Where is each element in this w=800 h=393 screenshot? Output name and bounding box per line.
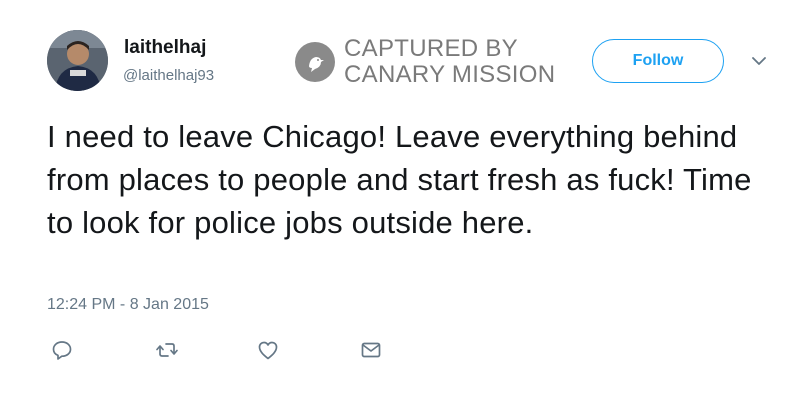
user-display-name[interactable]: laithelhaj: [124, 37, 206, 59]
watermark-line-1: CAPTURED BY: [344, 35, 518, 62]
avatar[interactable]: [47, 30, 108, 91]
retweet-icon[interactable]: [155, 338, 179, 362]
canary-bird-icon: [295, 42, 335, 82]
watermark-line-2: CANARY MISSION: [344, 61, 556, 88]
reply-icon[interactable]: [50, 338, 74, 362]
user-handle[interactable]: @laithelhaj93: [123, 67, 214, 84]
tweet-text: I need to leave Chicago! Leave everythin…: [47, 119, 752, 240]
follow-button[interactable]: Follow: [592, 39, 724, 83]
direct-message-icon[interactable]: [359, 338, 383, 362]
profile-photo: [47, 30, 108, 91]
like-icon[interactable]: [256, 338, 280, 362]
canary-mission-watermark: CAPTURED BY CANARY MISSION: [295, 34, 555, 90]
tweet-timestamp[interactable]: 12:24 PM - 8 Jan 2015: [47, 296, 209, 314]
chevron-down-icon[interactable]: [750, 54, 768, 68]
